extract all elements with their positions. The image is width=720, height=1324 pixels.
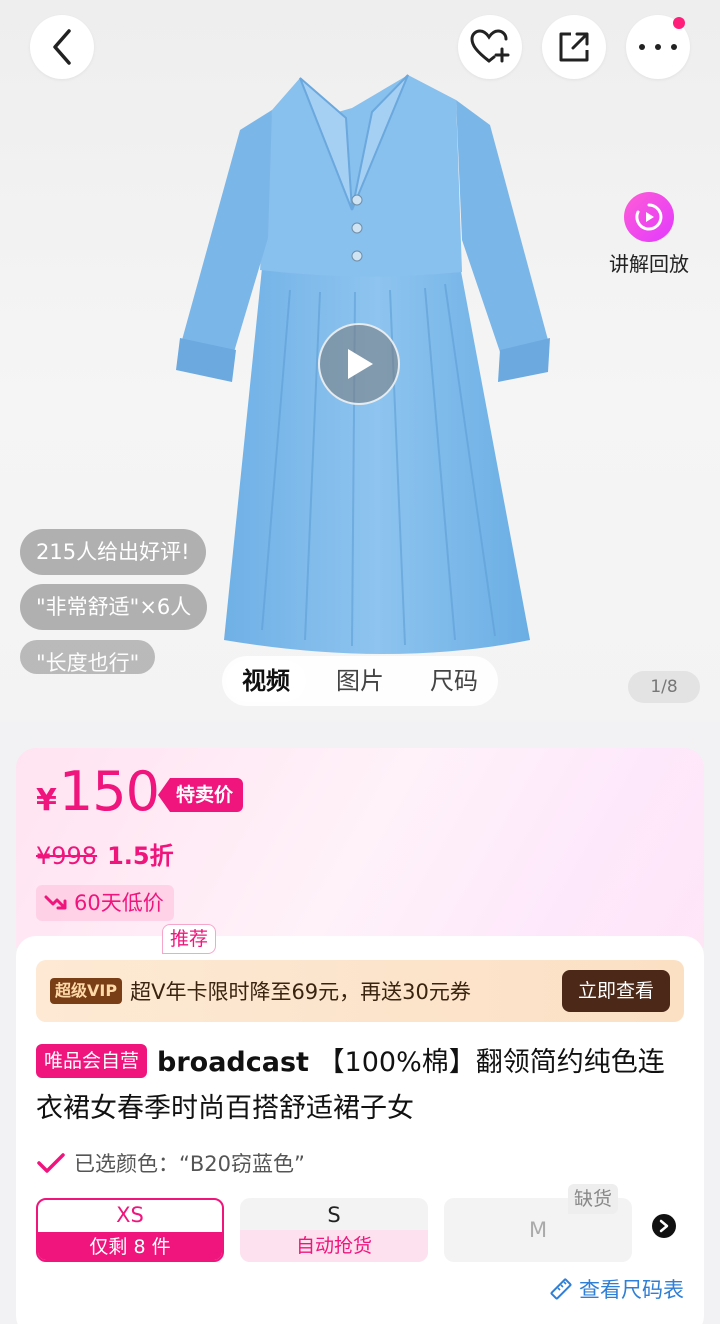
original-price-row: ¥998 1.5折 xyxy=(36,836,174,871)
product-title: 唯品会自营 broadcast 【100%棉】翻领简约纯色连衣裙女春季时尚百搭舒适… xyxy=(36,1040,686,1132)
discount-label: 1.5折 xyxy=(107,842,174,870)
auto-grab-label: 自动抢货 xyxy=(240,1230,428,1262)
vip-banner[interactable]: 超级VIP 超V年卡限时降至69元，再送30元券 立即查看 xyxy=(36,960,684,1022)
price-section: ¥ 150 特卖价 ¥998 1.5折 60天低价 xyxy=(16,748,704,948)
media-tabs: 视频 图片 尺码 xyxy=(222,656,498,706)
checkmark-icon xyxy=(37,1153,65,1173)
more-dots-icon xyxy=(639,44,677,50)
product-media[interactable]: 讲解回放 215人给出好评! "非常舒适"×6人 "长度也行" 视频 图片 尺码… xyxy=(0,0,720,722)
back-button[interactable] xyxy=(30,15,94,79)
tab-images[interactable]: 图片 xyxy=(320,660,400,702)
currency-symbol: ¥ xyxy=(36,783,57,818)
ruler-icon xyxy=(550,1278,572,1300)
vip-promo-text: 超V年卡限时降至69元，再送30元券 xyxy=(130,980,471,1004)
size-label: XS xyxy=(116,1203,144,1227)
size-chart-label: 查看尺码表 xyxy=(579,1278,684,1302)
selected-color-label: 已选颜色：“B20窃蓝色” xyxy=(74,1152,305,1176)
review-chip: 215人给出好评! xyxy=(20,529,206,575)
chevron-left-icon xyxy=(53,29,71,65)
out-of-stock-tag: 缺货 xyxy=(568,1184,619,1214)
self-operated-tag: 唯品会自营 xyxy=(36,1044,148,1078)
stock-left-label: 仅剩 8 件 xyxy=(38,1232,222,1260)
favorite-button[interactable] xyxy=(458,15,522,79)
low-price-badge: 60天低价 xyxy=(36,885,174,921)
share-icon xyxy=(559,32,589,62)
play-icon xyxy=(348,349,373,379)
selected-color-row[interactable]: 已选颜色：“B20窃蓝色” xyxy=(36,1148,305,1178)
chevron-right-icon xyxy=(659,1219,669,1233)
replay-label: 讲解回放 xyxy=(609,252,689,276)
review-chip: "非常舒适"×6人 xyxy=(20,584,208,630)
play-video-button[interactable] xyxy=(318,323,400,405)
size-option-xs[interactable]: XS 仅剩 8 件 xyxy=(36,1198,224,1262)
price-value: 150 xyxy=(58,760,160,823)
image-pager: 1/8 xyxy=(628,671,700,703)
original-price: ¥998 xyxy=(36,842,98,870)
vip-tag: 超级VIP xyxy=(50,978,123,1004)
replay-button[interactable]: 讲解回放 xyxy=(604,192,694,277)
size-label: S xyxy=(327,1203,341,1227)
tab-video[interactable]: 视频 xyxy=(226,660,306,702)
replay-icon xyxy=(624,192,674,242)
brand-name: broadcast xyxy=(157,1047,309,1078)
tab-size[interactable]: 尺码 xyxy=(414,660,494,702)
vip-view-button[interactable]: 立即查看 xyxy=(561,970,670,1012)
recommended-tag: 推荐 xyxy=(162,924,217,954)
product-info-card: 超级VIP 超V年卡限时降至69元，再送30元券 立即查看 唯品会自营 broad… xyxy=(16,924,704,1324)
more-sizes-button[interactable] xyxy=(652,1214,676,1238)
size-option-s[interactable]: S 自动抢货 xyxy=(240,1198,428,1262)
sale-price-tag: 特卖价 xyxy=(158,778,244,812)
size-chart-link[interactable]: 查看尺码表 xyxy=(549,1274,684,1304)
share-button[interactable] xyxy=(542,15,606,79)
low-price-label: 60天低价 xyxy=(74,891,164,915)
notification-dot xyxy=(673,17,685,29)
review-chip: "长度也行" xyxy=(20,640,156,674)
current-price: ¥ 150 xyxy=(36,760,160,823)
trend-down-icon xyxy=(44,895,67,910)
heart-plus-icon xyxy=(470,29,510,63)
